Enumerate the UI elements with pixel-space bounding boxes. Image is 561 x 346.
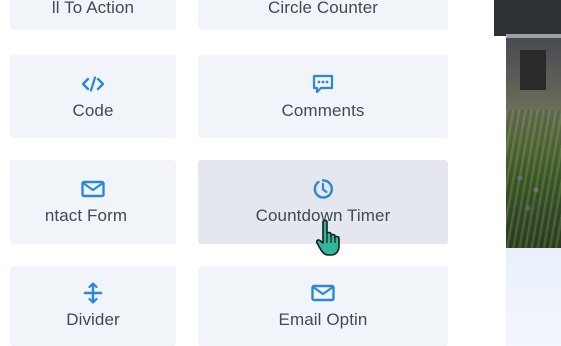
module-label: Email Optin [278,310,368,329]
module-label: Comments [281,100,365,120]
module-label: ll To Action [51,0,135,17]
module-divider[interactable]: Divider [10,266,176,346]
image-flowers [512,160,552,220]
module-call-to-action[interactable]: ll To Action [10,0,176,30]
envelope-icon [81,178,105,200]
image-ledge [506,34,561,38]
module-circle-counter[interactable]: Circle Counter [198,0,448,30]
module-contact-form[interactable]: ntact Form [10,160,176,244]
page-preview [494,0,561,346]
comments-icon [312,73,334,95]
module-label: Circle Counter [267,0,379,17]
module-label: ntact Form [44,206,128,225]
clock-icon [312,178,334,200]
code-icon [82,73,104,95]
module-picker-panel: ll To Action Circle Counter Code Comment… [0,0,470,346]
hero-image [506,0,561,248]
image-dark-object [520,50,546,90]
module-comments[interactable]: Comments [198,55,448,138]
module-code[interactable]: Code [10,55,176,138]
image-building-strip [506,0,561,36]
module-label: Divider [66,310,120,329]
hand-pointer-cursor-icon [315,219,340,256]
envelope-icon [311,282,335,304]
preview-section-background [506,248,561,346]
module-email-optin[interactable]: Email Optin [198,266,448,346]
image-building-edge [494,0,506,36]
divider-icon [82,282,104,304]
module-label: Code [72,100,114,120]
